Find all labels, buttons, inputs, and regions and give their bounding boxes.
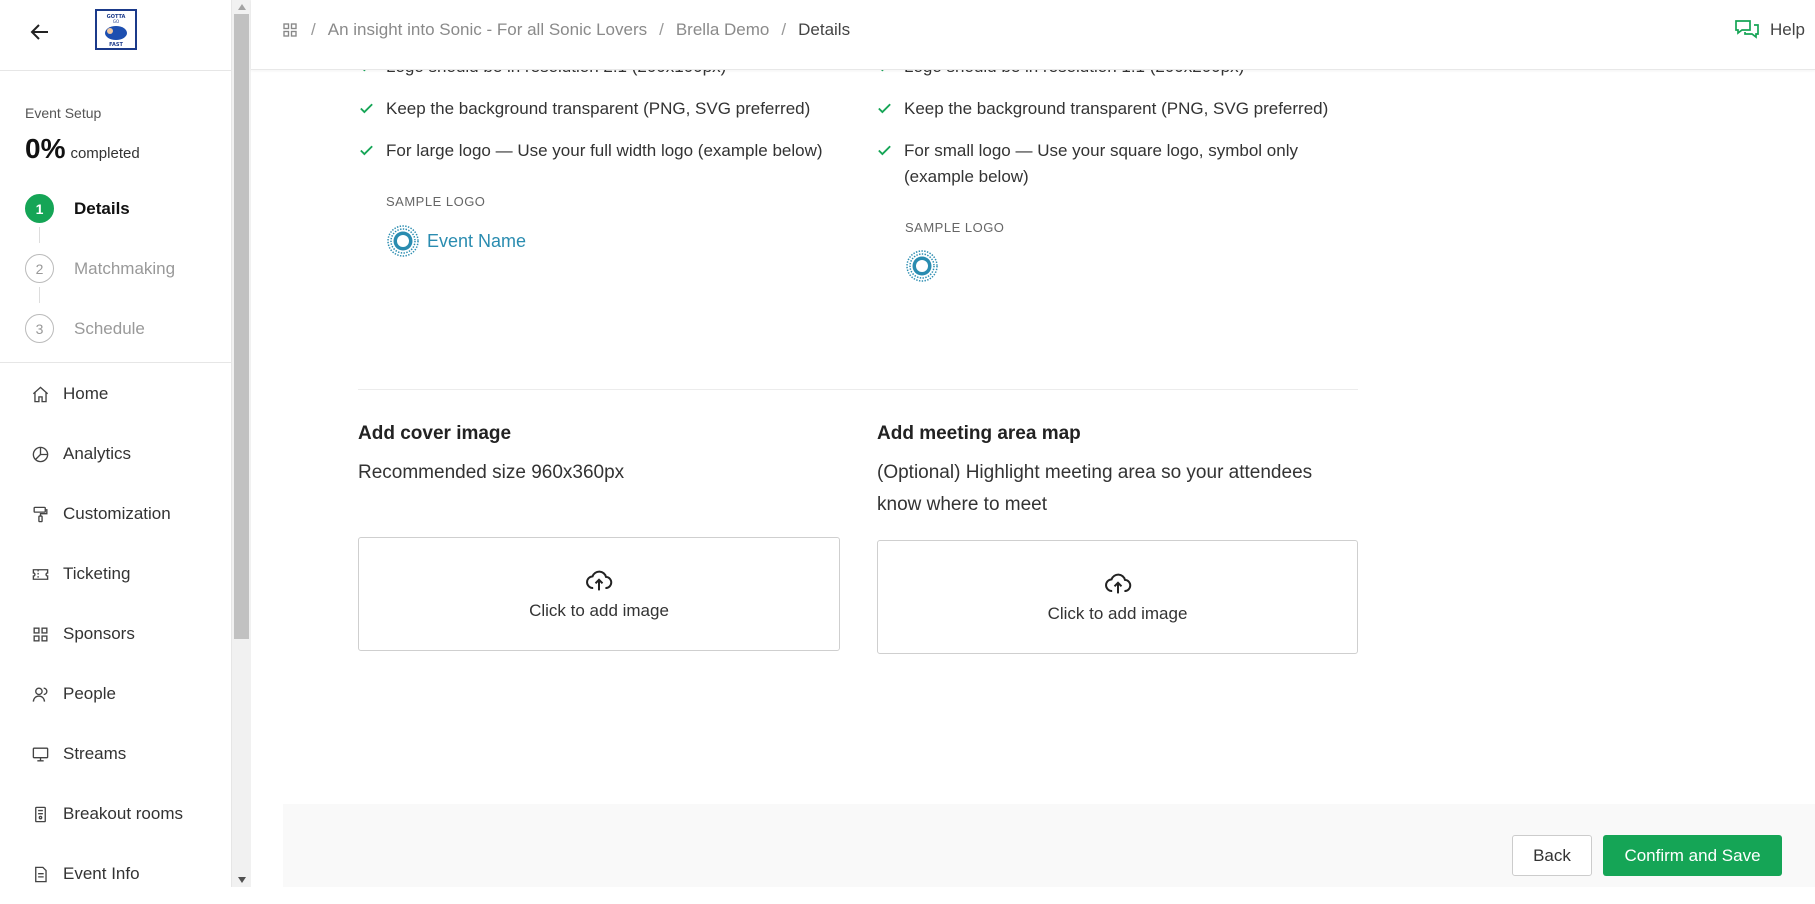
checkmark-icon: [878, 145, 891, 156]
cloud-upload-icon: [586, 570, 613, 591]
help-button[interactable]: Help: [1734, 18, 1805, 42]
breadcrumb: / An insight into Sonic - For all Sonic …: [281, 20, 850, 40]
paint-roller-icon: [33, 506, 48, 522]
upload-label: Click to add image: [529, 601, 669, 620]
breadcrumb-separator: /: [311, 20, 316, 39]
sidebar-nav: Home Analytics Customization Ticketing S…: [0, 364, 231, 904]
step-schedule[interactable]: 3 Schedule: [25, 314, 145, 343]
logo-guide-item: Keep the background transparent (PNG, SV…: [876, 96, 1328, 122]
people-icon: [32, 686, 48, 702]
sidebar-item-label: Ticketing: [63, 564, 131, 583]
back-button[interactable]: Back: [1512, 835, 1592, 876]
checkmark-icon: [878, 103, 891, 114]
step-label: Schedule: [74, 318, 145, 338]
sidebar-item-customization[interactable]: Customization: [0, 484, 231, 544]
checkmark-icon: [360, 103, 373, 114]
step-details[interactable]: 1 Details: [25, 194, 130, 223]
sidebar-item-label: Sponsors: [63, 624, 135, 643]
help-label: Help: [1770, 20, 1805, 39]
sample-logo-label: SAMPLE LOGO: [386, 194, 486, 209]
document-icon: [35, 866, 47, 882]
scroll-down-arrow-icon[interactable]: [232, 873, 251, 887]
breadcrumb-separator: /: [781, 20, 787, 39]
completion-percent: 0% completed: [25, 133, 231, 165]
sample-logo-large: Event Name: [385, 223, 526, 259]
step-connector: [39, 227, 40, 243]
breadcrumb-current: Details: [798, 20, 851, 39]
sidebar-item-sponsors[interactable]: Sponsors: [0, 604, 231, 664]
sidebar-item-label: Streams: [63, 744, 127, 763]
event-setup-progress: Event Setup 0% completed 1 Details 2 Mat…: [0, 71, 231, 363]
checkmark-icon: [360, 145, 373, 156]
event-logo[interactable]: GOTTA GO FAST: [95, 9, 137, 50]
logo-guide-text: Keep the background transparent (PNG, SV…: [386, 99, 811, 118]
upload-label: Click to add image: [1047, 604, 1188, 623]
monitor-icon: [32, 746, 49, 762]
step-matchmaking[interactable]: 2 Matchmaking: [25, 254, 175, 283]
sidebar-scrollbar[interactable]: [232, 0, 251, 887]
logo-guide-text: Keep the background transparent (PNG, SV…: [904, 99, 1329, 118]
sidebar-item-analytics[interactable]: Analytics: [0, 424, 231, 484]
cover-image-title: Add cover image: [358, 423, 512, 444]
logo-guide-text: For large logo — Use your full width log…: [386, 141, 823, 160]
ticket-icon: [32, 568, 49, 580]
top-bar: / An insight into Sonic - For all Sonic …: [251, 0, 1815, 70]
logo-guide-item: For small logo — Use your square logo, s…: [876, 138, 1336, 190]
step-connector: [39, 287, 40, 303]
breakout-icon: [35, 806, 46, 822]
grid-icon: [33, 626, 48, 642]
cover-image-desc: Recommended size 960x360px: [358, 462, 625, 483]
scroll-up-arrow-icon[interactable]: [232, 0, 251, 14]
sidebar-item-label: Customization: [63, 504, 171, 523]
step-label: Details: [74, 198, 130, 218]
section-divider: [358, 389, 1358, 390]
meeting-map-upload[interactable]: Click to add image: [877, 540, 1358, 654]
logo-guide-item: For large logo — Use your full width log…: [358, 138, 823, 164]
scrollbar-thumb[interactable]: [234, 14, 249, 639]
percent-value: 0%: [25, 133, 66, 164]
breadcrumb-separator: /: [659, 20, 664, 39]
sidebar-item-label: People: [63, 684, 116, 703]
cover-image-upload[interactable]: Click to add image: [358, 537, 840, 651]
analytics-icon: [32, 446, 49, 462]
footer-actions: Back Confirm and Save: [283, 804, 1815, 887]
step-number: 2: [25, 254, 54, 283]
sidebar-item-breakout-rooms[interactable]: Breakout rooms: [0, 784, 231, 844]
sidebar-item-label: Home: [63, 384, 109, 403]
setup-title: Event Setup: [25, 105, 102, 121]
sidebar-item-home[interactable]: Home: [0, 364, 231, 424]
cloud-upload-icon: [1104, 573, 1131, 594]
sidebar: GOTTA GO FAST Event Setup 0% completed 1…: [0, 0, 232, 887]
sidebar-header: GOTTA GO FAST: [0, 0, 231, 71]
breadcrumb-event[interactable]: An insight into Sonic - For all Sonic Lo…: [328, 20, 647, 40]
logo-text-mid: GO: [113, 19, 119, 24]
confirm-and-save-button[interactable]: Confirm and Save: [1603, 835, 1782, 876]
sample-logo-burst-icon: [387, 225, 419, 257]
home-icon: [32, 385, 49, 402]
meeting-map-desc: (Optional) Highlight meeting area so you…: [877, 462, 1313, 515]
sidebar-item-ticketing[interactable]: Ticketing: [0, 544, 231, 604]
back-arrow-icon[interactable]: [28, 20, 52, 44]
step-label: Matchmaking: [74, 258, 176, 278]
logo-text-bottom: FAST: [109, 42, 123, 48]
meeting-map-title: Add meeting area map: [877, 423, 1081, 444]
percent-label: completed: [70, 145, 140, 162]
breadcrumb-organization[interactable]: Brella Demo: [676, 20, 770, 40]
sample-event-name: Event Name: [427, 230, 527, 251]
logo-guide-text: For small logo — Use your square logo, s…: [904, 141, 1298, 186]
main-content: Logo should be in resolution 2:1 (200x10…: [283, 0, 1815, 887]
sample-logo-label: SAMPLE LOGO: [905, 220, 1005, 235]
chat-bubbles-icon: [1735, 20, 1759, 39]
sidebar-item-streams[interactable]: Streams: [0, 724, 231, 784]
step-number: 3: [25, 314, 54, 343]
sidebar-item-event-info[interactable]: Event Info: [0, 844, 231, 904]
apps-grid-icon[interactable]: [281, 21, 299, 39]
sidebar-item-label: Breakout rooms: [63, 804, 183, 823]
logo-guide-item: Keep the background transparent (PNG, SV…: [358, 96, 810, 122]
sidebar-item-label: Event Info: [63, 864, 140, 883]
sidebar-item-people[interactable]: People: [0, 664, 231, 724]
sidebar-item-label: Analytics: [63, 444, 132, 463]
sample-logo-small-icon: [906, 250, 938, 282]
step-number: 1: [25, 194, 54, 223]
